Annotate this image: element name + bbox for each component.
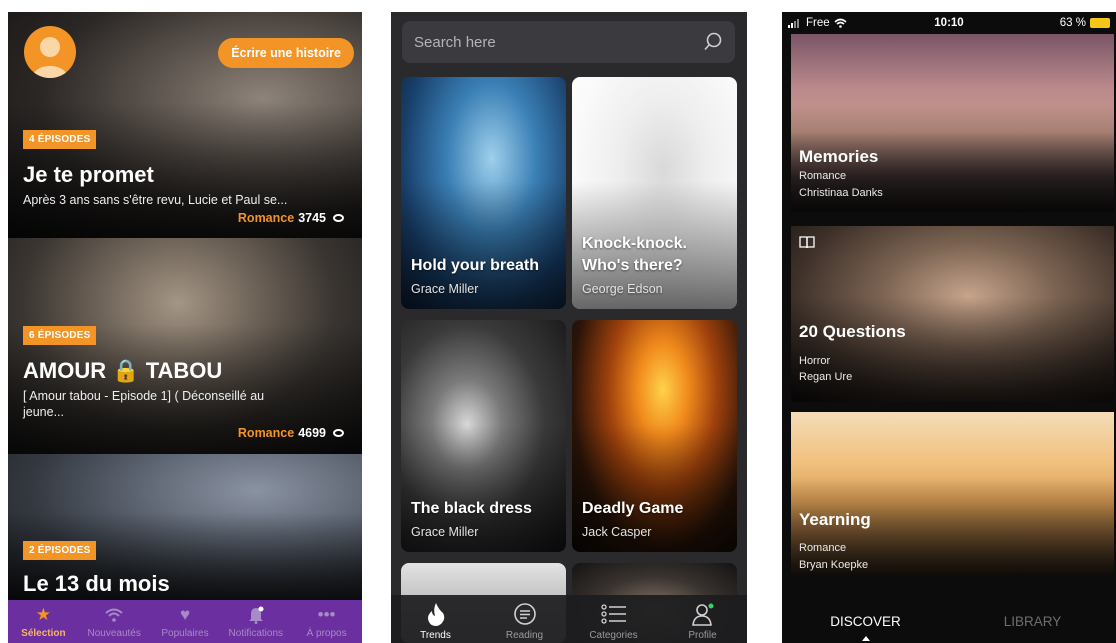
user-icon <box>32 37 68 78</box>
write-story-button[interactable]: Écrire une histoire <box>218 38 354 68</box>
search-icon[interactable] <box>703 32 723 52</box>
book-card[interactable]: Deadly Game Jack Casper <box>572 320 737 552</box>
story-title[interactable]: Le 13 du mois <box>23 571 170 597</box>
book-author: Grace Miller <box>411 282 479 296</box>
tab-categories[interactable]: Categories <box>574 595 654 643</box>
tab-selection[interactable]: ★ Sélection <box>8 600 78 643</box>
story-title: Yearning <box>799 510 871 529</box>
caret-up-icon <box>861 636 870 641</box>
list-icon <box>600 601 627 627</box>
phone-trends: Hold your breath Grace Miller Knock-knoc… <box>391 12 747 643</box>
search-input[interactable] <box>414 33 703 51</box>
carrier-info: Free <box>788 17 895 29</box>
story-title[interactable]: AMOUR 🔒 TABOU <box>23 358 222 384</box>
carrier-name: Free <box>806 17 830 29</box>
story-author: Regan Ure <box>799 371 853 383</box>
phone-story-selection: Écrire une histoire 4 ÉPISODES Je te pro… <box>8 12 362 643</box>
tab-trends[interactable]: Trends <box>396 595 476 643</box>
story-author: Bryan Koepke <box>799 559 869 571</box>
tab-profile[interactable]: Profile <box>663 595 743 643</box>
tab-notifications[interactable]: Notifications <box>221 600 291 643</box>
tab-library[interactable]: LIBRARY <box>963 604 1103 643</box>
card-shade <box>791 34 1114 212</box>
avatar[interactable] <box>24 26 76 78</box>
book-author: George Edson <box>582 282 663 296</box>
episodes-badge: 2 ÉPISODES <box>23 541 97 560</box>
tab-label: Reading <box>505 630 544 641</box>
story-meta: Romance 4699 <box>238 426 344 440</box>
search-bar[interactable] <box>402 21 735 63</box>
book-title: Knock-knock. Who's there? <box>582 235 687 274</box>
story-genre: Romance <box>799 542 847 554</box>
story-views: 4699 <box>298 426 326 440</box>
tab-nouveautes[interactable]: Nouveautés <box>79 600 149 643</box>
tab-label: Categories <box>589 630 638 641</box>
story-title[interactable]: Je te promet <box>23 162 154 188</box>
tab-label: Profile <box>688 630 717 641</box>
tab-reading[interactable]: Reading <box>485 595 565 643</box>
wifi-icon <box>834 18 847 28</box>
battery-icon <box>1089 18 1110 28</box>
episodes-badge: 6 ÉPISODES <box>23 326 97 345</box>
bottom-tabs: DISCOVER LIBRARY <box>782 604 1116 643</box>
tab-a-propos[interactable]: ••• À propos <box>292 600 362 643</box>
story-description: Après 3 ans sans s'être revu, Lucie et P… <box>23 193 288 207</box>
story-title: 20 Questions <box>799 322 906 341</box>
tab-label: À propos <box>306 628 347 639</box>
story-card[interactable]: Memories Romance Christinaa Danks <box>791 34 1114 212</box>
tab-label: Sélection <box>21 628 66 639</box>
card-shade <box>8 238 362 454</box>
story-genre: Horror <box>799 355 831 367</box>
story-card[interactable]: Yearning Romance Bryan Koepke <box>791 412 1114 578</box>
book-card[interactable]: Knock-knock. Who's there? George Edson <box>572 77 737 309</box>
phone-discover: Free 10:10 63 % Memories Romance Christi… <box>782 12 1116 643</box>
story-description: [ Amour tabou - Episode 1] ( Déconseillé… <box>23 389 265 419</box>
eye-icon <box>333 429 344 437</box>
tab-label: Notifications <box>228 628 284 639</box>
story-card[interactable]: 20 Questions Horror Regan Ure <box>791 226 1114 402</box>
tab-discover[interactable]: DISCOVER <box>796 604 936 643</box>
status-time: 10:10 <box>934 17 964 29</box>
star-icon: ★ <box>35 605 52 624</box>
story-meta: Romance 3745 <box>238 211 344 225</box>
book-title: The black dress <box>411 500 532 517</box>
book-author: Jack Casper <box>582 525 652 539</box>
book-author: Grace Miller <box>411 525 479 539</box>
episodes-badge: 4 ÉPISODES <box>23 130 97 149</box>
tab-label: Trends <box>420 630 451 641</box>
tab-label: DISCOVER <box>830 614 901 629</box>
tab-populaires[interactable]: ♥ Populaires <box>150 600 220 643</box>
tab-label: LIBRARY <box>1003 614 1062 629</box>
signal-icon <box>788 18 799 28</box>
chat-icon <box>513 601 537 627</box>
status-bar: Free 10:10 63 % <box>782 12 1116 34</box>
story-views: 3745 <box>298 211 326 225</box>
story-genre: Romance <box>799 170 847 182</box>
bottom-tab-bar: ★ Sélection Nouveautés ♥ Populaires Noti… <box>8 600 362 643</box>
profile-icon <box>691 601 715 627</box>
heart-icon: ♥ <box>179 605 191 624</box>
tab-label: Populaires <box>161 628 209 639</box>
flame-icon <box>426 601 446 627</box>
story-genre: Romance <box>237 426 295 440</box>
battery-info: 63 % <box>1003 17 1110 29</box>
book-title: Deadly Game <box>582 500 684 517</box>
bottom-tab-bar: Trends Reading Categories Profile <box>391 595 747 643</box>
story-title: Memories <box>799 147 879 166</box>
tab-label: Nouveautés <box>87 628 141 639</box>
story-author: Christinaa Danks <box>799 187 883 199</box>
book-icon <box>799 236 815 249</box>
book-card[interactable]: The black dress Grace Miller <box>401 320 566 552</box>
more-icon: ••• <box>317 605 336 624</box>
story-card[interactable]: 2 ÉPISODES Le 13 du mois <box>8 454 362 600</box>
story-card[interactable]: Écrire une histoire 4 ÉPISODES Je te pro… <box>8 12 362 238</box>
bell-icon <box>248 606 264 624</box>
wifi-icon <box>104 606 124 624</box>
book-title: Hold your breath <box>411 257 540 274</box>
book-card[interactable]: Hold your breath Grace Miller <box>401 77 566 309</box>
eye-icon <box>333 214 344 222</box>
story-card[interactable]: 6 ÉPISODES AMOUR 🔒 TABOU [ Amour tabou -… <box>8 238 362 454</box>
battery-percent: 63 % <box>1059 17 1086 29</box>
story-genre: Romance <box>237 211 295 225</box>
